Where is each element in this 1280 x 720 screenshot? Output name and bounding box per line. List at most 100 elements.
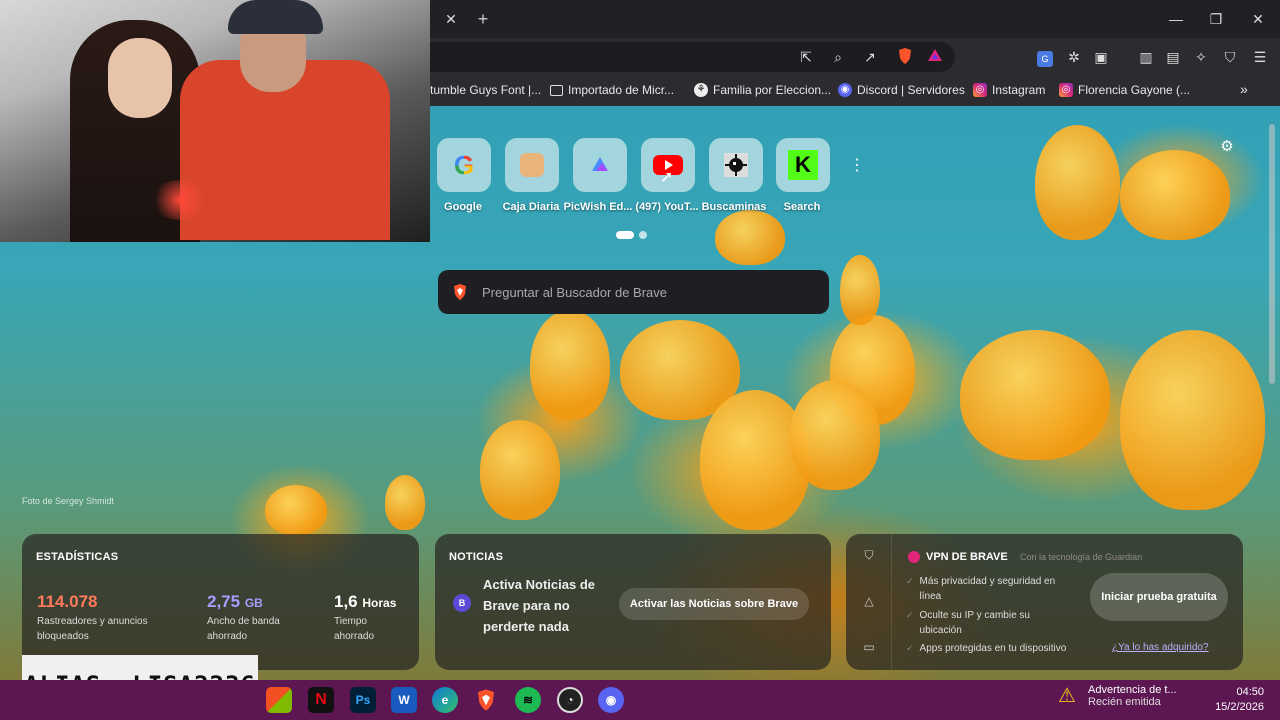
top-sites-more-button[interactable]: ⋮	[849, 155, 865, 175]
tab-close-button[interactable]: ✕	[440, 8, 462, 30]
bookmark-item[interactable]: tumble Guys Font |...	[430, 83, 541, 97]
minimize-button[interactable]: —	[1164, 8, 1188, 30]
top-site-label: Caja Diaria	[502, 201, 560, 213]
search-input[interactable]	[482, 284, 802, 300]
flower-decoration	[385, 475, 425, 530]
photoshop-icon[interactable]: Ps	[350, 687, 376, 713]
bookmark-item[interactable]: ◎ Instagram	[973, 83, 1045, 97]
scrollbar-thumb[interactable]	[1269, 124, 1275, 384]
menu-icon[interactable]: ☰	[1250, 47, 1270, 67]
search-box[interactable]	[438, 270, 829, 314]
vpn-title: VPN DE BRAVE	[908, 551, 1008, 563]
vpn-feature-text: Apps protegidas en tu dispositivo	[919, 643, 1067, 654]
vpn-title-text: VPN DE BRAVE	[926, 551, 1008, 563]
folder-icon	[550, 84, 563, 96]
notification-title: Advertencia de t...	[1088, 684, 1177, 696]
taskbar-notification[interactable]: ⚠ Advertencia de t... Recién emitida	[1058, 684, 1177, 708]
caja-icon	[520, 153, 544, 177]
vpn-powered-by: Con la tecnología de Guardian	[1020, 552, 1143, 562]
rewards-triangle-icon[interactable]: △	[860, 594, 878, 612]
top-site-label: PicWish Ed...	[563, 201, 633, 213]
trackers-desc: Rastreadores y anuncios bloqueados	[37, 616, 148, 642]
flower-decoration	[530, 310, 610, 420]
activate-news-button[interactable]: Activar las Noticias sobre Brave	[619, 588, 809, 620]
new-tab-button[interactable]: +	[472, 8, 494, 30]
photo-credit[interactable]: Foto de Sergey Shmidt	[22, 496, 114, 506]
bookmark-label: Importado de Micr...	[568, 83, 675, 97]
bookmark-item[interactable]: Importado de Micr...	[550, 83, 674, 97]
screenshot-icon[interactable]: ▣	[1091, 47, 1111, 67]
google-icon: G	[453, 149, 475, 180]
bookmarks-more-button[interactable]: »	[1240, 81, 1248, 97]
mouse-cursor-icon: ➚	[660, 169, 674, 186]
system-clock[interactable]: 04:50 15/2/2026	[1200, 685, 1264, 715]
bandwidth-value: 2,75	[207, 592, 241, 611]
bookmark-item[interactable]: ⚘ Familia por Eleccion...	[694, 83, 831, 97]
top-site-buscaminas[interactable]	[709, 138, 763, 192]
translate-icon[interactable]: G	[1035, 47, 1055, 67]
bookmark-label: tumble Guys Font |...	[430, 83, 542, 97]
share-icon[interactable]: ⇱	[796, 47, 816, 67]
discord-icon: ◉	[838, 83, 852, 97]
brave-rewards-icon[interactable]	[925, 47, 945, 67]
top-site-label: Buscaminas	[701, 201, 767, 213]
page-dot[interactable]	[616, 231, 634, 239]
instagram-icon: ◎	[973, 83, 987, 97]
discord-taskbar-icon[interactable]: ◉	[598, 687, 624, 713]
extensions-icon[interactable]: ✲	[1064, 47, 1084, 67]
vpn-icon[interactable]: ⛉	[1220, 47, 1240, 67]
top-site-search[interactable]: K	[776, 138, 830, 192]
sidebar-icon[interactable]: ▥	[1136, 47, 1156, 67]
zoom-icon[interactable]: ⌕	[828, 47, 848, 67]
warning-icon: ⚠	[1058, 685, 1076, 707]
clock-time: 04:50	[1236, 686, 1264, 698]
check-icon: ✓	[906, 576, 914, 586]
person-right-cap	[228, 0, 323, 34]
gear-icon[interactable]: ⚙	[1217, 137, 1237, 157]
top-site-picwish[interactable]	[573, 138, 627, 192]
time-value: 1,6	[334, 592, 358, 611]
address-bar[interactable]: ⇱ ⌕ ↗	[430, 42, 955, 72]
obs-icon[interactable]: ◔	[557, 687, 583, 713]
bookmarks-bar: tumble Guys Font |... Importado de Micr.…	[430, 76, 1280, 106]
bookmark-label: Florencia Gayone (...	[1078, 83, 1191, 97]
browser-titlebar: ✕ + — ❐ ✕	[430, 0, 1280, 38]
bomb-icon	[724, 153, 748, 177]
brave-shields-icon[interactable]	[895, 47, 915, 67]
word-icon[interactable]: W	[391, 687, 417, 713]
top-sites-pagination	[616, 231, 647, 239]
time-desc: Tiempo ahorrado	[334, 616, 375, 642]
stats-card: ESTADÍSTICAS 114.078 Rastreadores y anun…	[22, 534, 419, 670]
top-site-label: Search	[783, 201, 821, 213]
start-trial-button[interactable]: Iniciar prueba gratuita	[1090, 573, 1228, 621]
send-icon[interactable]: ↗	[860, 47, 880, 67]
vpn-shield-icon[interactable]: ⛉	[860, 548, 878, 566]
person-left-face	[108, 38, 172, 118]
leo-icon[interactable]: ✧	[1191, 47, 1211, 67]
bookmark-label: Discord | Servidores	[857, 83, 965, 97]
store-icon[interactable]	[266, 687, 292, 713]
bookmark-item[interactable]: ◎ Florencia Gayone (...	[1059, 83, 1190, 97]
brave-icon[interactable]	[473, 687, 499, 713]
flower-decoration	[790, 380, 880, 490]
spotify-icon[interactable]: ≋	[515, 687, 541, 713]
bandwidth-unit: GB	[244, 596, 263, 610]
check-icon: ✓	[906, 643, 914, 653]
top-site-google[interactable]: G	[437, 138, 491, 192]
instagram-icon: ◎	[1059, 83, 1073, 97]
netflix-icon[interactable]: N	[308, 687, 334, 713]
browser-toolbar: ⇱ ⌕ ↗ G ✲ ▣ ▥ ▤ ✧ ⛉ ☰	[430, 38, 1280, 76]
window-close-button[interactable]: ✕	[1246, 8, 1270, 30]
clock-date: 15/2/2026	[1215, 701, 1264, 713]
top-site-caja-diaria[interactable]	[505, 138, 559, 192]
talk-camera-icon[interactable]: ▭	[860, 640, 878, 658]
already-purchased-link[interactable]: ¿Ya lo has adquirido?	[1112, 642, 1209, 653]
picwish-icon	[592, 157, 608, 171]
restore-button[interactable]: ❐	[1204, 8, 1228, 30]
wallet-icon[interactable]: ▤	[1163, 47, 1183, 67]
widget-sidebar: ⛉ △ ▭	[846, 534, 892, 670]
edge-icon[interactable]: e	[432, 687, 458, 713]
vpn-feature-text: Oculte su IP y cambie su ubicación	[919, 610, 1030, 636]
page-dot[interactable]	[639, 231, 647, 239]
bookmark-item[interactable]: ◉ Discord | Servidores	[838, 83, 965, 97]
